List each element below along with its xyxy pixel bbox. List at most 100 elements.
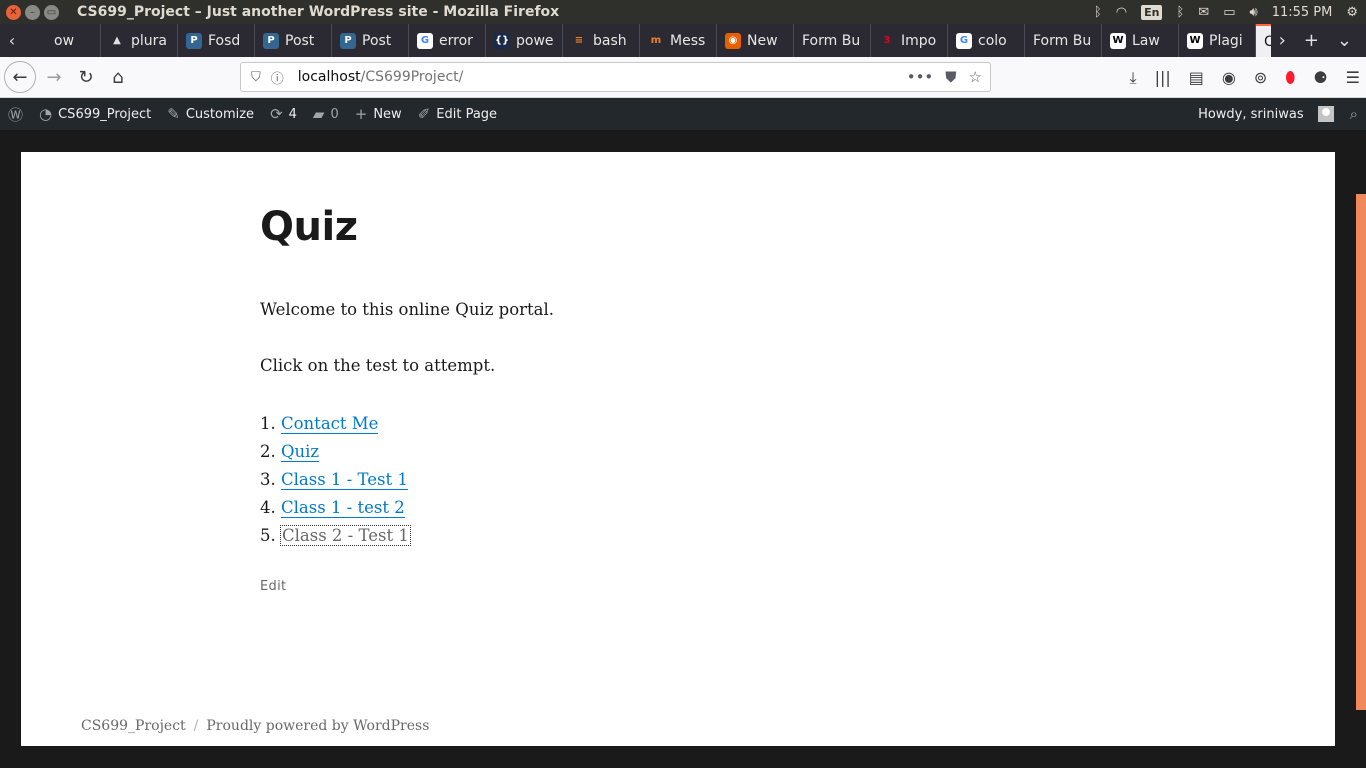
site-footer: CS699_Project / Proudly powered by WordP… <box>81 718 429 734</box>
window-minimize-button[interactable]: – <box>25 4 40 20</box>
wp-new-button[interactable]: + New <box>347 98 410 130</box>
tab-tools: › + ⌄ <box>1271 24 1366 57</box>
page-scrollbar[interactable] <box>1356 194 1366 710</box>
wikipedia-icon: W <box>1110 32 1126 49</box>
tab-label: Fosd <box>208 32 241 49</box>
page-actions-icon[interactable]: ••• <box>907 68 934 86</box>
tab-label: Post <box>362 32 392 49</box>
back-button[interactable]: ← <box>4 61 36 93</box>
tab-7[interactable]: ≡ bash <box>563 24 640 57</box>
tab-14[interactable]: W Law <box>1102 24 1179 57</box>
postgres-icon: P <box>186 32 202 49</box>
tab-list-chevron-icon[interactable]: ⌄ <box>1337 30 1352 51</box>
wp-site-name-button[interactable]: ◔ CS699_Project <box>31 98 159 130</box>
list-item: 2. Quiz <box>260 438 410 466</box>
tab-1[interactable]: ▲ plura <box>101 24 178 57</box>
battery-icon[interactable]: ▭ <box>1223 5 1235 20</box>
navigation-toolbar: ← → ↻ ⌂ ⛉ ⓘ localhost/CS699Project/ ••• … <box>0 57 1366 98</box>
bookmark-star-icon[interactable]: ☆ <box>969 68 982 86</box>
tab-11[interactable]: 3 Impo <box>871 24 948 57</box>
account-icon[interactable]: ◉ <box>1222 68 1236 87</box>
footer-powered-link[interactable]: Proudly powered by WordPress <box>206 718 429 734</box>
arrow-left-icon: ← <box>12 66 28 88</box>
menu-hamburger-icon[interactable]: ☰ <box>1346 68 1360 87</box>
avatar <box>1317 106 1334 122</box>
extension-icon[interactable]: ⚈ <box>1313 68 1327 87</box>
bluetooth-icon[interactable]: ᛒ <box>1094 5 1102 20</box>
window-maximize-button[interactable]: ▭ <box>44 4 59 20</box>
postgres-icon: P <box>340 32 356 49</box>
sync-extension-icon[interactable]: ⊚ <box>1254 68 1267 87</box>
quiz-link-1[interactable]: Contact Me <box>281 414 379 434</box>
search-icon: ⌕ <box>1349 105 1358 123</box>
downloads-icon[interactable]: ⤓ <box>1130 68 1137 88</box>
tab-8[interactable]: m Mess <box>640 24 717 57</box>
tab-12[interactable]: Gcolo <box>948 24 1025 57</box>
url-path: /CS699Project/ <box>360 69 464 85</box>
url-actions: ••• ⛊ ☆ <box>907 68 990 86</box>
tab-9[interactable]: ◉ New <box>717 24 794 57</box>
tab-label: powe <box>516 32 554 49</box>
arrow-right-icon: → <box>46 66 62 88</box>
wifi-icon[interactable]: ◠ <box>1116 5 1127 20</box>
wp-logo-button[interactable]: Ⓦ <box>0 98 31 130</box>
wp-comments-button[interactable]: ▰ 0 <box>305 98 347 130</box>
wp-edit-page-button[interactable]: ✐ Edit Page <box>410 98 505 130</box>
tab-5[interactable]: Gerror <box>409 24 486 57</box>
os-title-bar: ✕ – ▭ CS699_Project – Just another WordP… <box>0 0 1366 24</box>
sidebar-icon[interactable]: ▤ <box>1189 68 1204 87</box>
tab-label: Plagi <box>1209 32 1243 49</box>
pencil-icon: ✐ <box>417 105 431 123</box>
tab-0[interactable]: ow <box>24 24 101 57</box>
tab-label: Form Bu <box>802 32 861 49</box>
tab-10[interactable]: Form Bu <box>794 24 871 57</box>
tab-scroll-left-icon[interactable]: ‹ <box>0 24 24 57</box>
edit-link[interactable]: Edit <box>260 579 286 594</box>
settings-gear-icon[interactable]: ⚙ <box>1346 5 1358 20</box>
url-host: localhost <box>297 69 361 85</box>
tab-6[interactable]: {} powe <box>486 24 563 57</box>
dashboard-icon: ◔ <box>39 105 53 123</box>
brush-icon: ✎ <box>167 105 180 123</box>
shield-icon[interactable]: ⛉ <box>251 70 261 85</box>
opera-extension-icon[interactable]: ⬮ <box>1285 68 1295 88</box>
wp-admin-bar-right: Howdy, sriniwas ⌕ <box>1190 98 1366 130</box>
content-card: Quiz Welcome to this online Quiz portal.… <box>21 152 1335 746</box>
volume-icon[interactable]: 🔊︎ <box>1249 5 1257 20</box>
keyboard-layout-indicator[interactable]: En <box>1141 4 1163 20</box>
tab-3[interactable]: P Post <box>255 24 332 57</box>
mail-icon[interactable]: ✉ <box>1198 5 1209 20</box>
window-close-button[interactable]: ✕ <box>6 4 21 20</box>
tab-scroll-right-icon[interactable]: › <box>1279 30 1286 51</box>
wp-updates-button[interactable]: ⟳ 4 <box>262 98 305 130</box>
tab-label: New <box>747 32 778 49</box>
home-button[interactable]: ⌂ <box>102 61 134 93</box>
quiz-link-5[interactable]: Class 2 - Test 1 <box>280 525 411 546</box>
tab-strip: ‹ ow ▲ plura P Fosd P Post P Post Gerror {} powe ≡ ba… <box>0 24 1366 57</box>
wp-account-button[interactable]: Howdy, sriniwas <box>1190 98 1342 130</box>
clock[interactable]: 11:55 PM <box>1272 5 1333 20</box>
tab-16[interactable]: CS69✕ <box>1256 24 1271 57</box>
tab-15[interactable]: W Plagi <box>1179 24 1256 57</box>
reload-button[interactable]: ↻ <box>70 61 102 93</box>
pocket-icon[interactable]: ⛊ <box>945 68 956 86</box>
footer-site-link[interactable]: CS699_Project <box>81 718 186 734</box>
wp-customize-button[interactable]: ✎ Customize <box>159 98 262 130</box>
tab-label: Impo <box>901 32 937 49</box>
quiz-link-3[interactable]: Class 1 - Test 1 <box>281 470 408 490</box>
tab-13[interactable]: Form Bu <box>1025 24 1102 57</box>
library-icon[interactable]: ||| <box>1155 68 1171 87</box>
tab-2[interactable]: P Fosd <box>178 24 255 57</box>
bluetooth-icon[interactable]: ᛒ <box>1176 5 1184 20</box>
forward-button[interactable]: → <box>38 61 70 93</box>
quiz-link-4[interactable]: Class 1 - test 2 <box>281 498 405 518</box>
tab-label: plura <box>131 32 167 49</box>
wp-admin-bar: Ⓦ ◔ CS699_Project ✎ Customize ⟳ 4 ▰ 0 + New ✐… <box>0 98 1366 130</box>
wp-search-button[interactable]: ⌕ <box>1342 98 1366 130</box>
new-tab-icon[interactable]: + <box>1304 30 1319 51</box>
quiz-link-2[interactable]: Quiz <box>281 442 320 462</box>
info-icon[interactable]: ⓘ <box>271 68 284 87</box>
url-bar[interactable]: ⛉ ⓘ localhost/CS699Project/ ••• ⛊ ☆ <box>240 62 991 92</box>
tab-label: Post <box>285 32 315 49</box>
tab-4[interactable]: P Post <box>332 24 409 57</box>
